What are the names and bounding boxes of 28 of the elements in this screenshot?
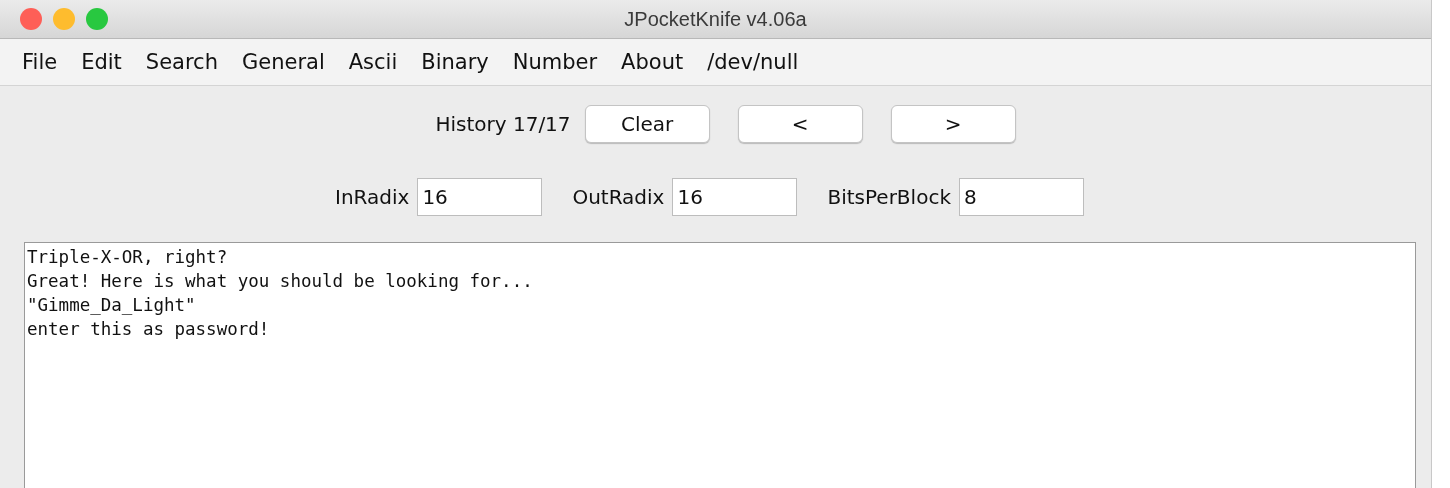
input-field[interactable]: 16 <box>672 178 798 216</box>
minimize-icon[interactable] <box>53 8 75 30</box>
clear-button[interactable]: Clear <box>584 105 710 143</box>
close-icon[interactable] <box>20 8 42 30</box>
menu-item[interactable]: About <box>609 50 696 74</box>
menu-item[interactable]: File <box>10 50 70 74</box>
output-line: "Gimme_Da_Light" <box>27 294 196 317</box>
menu-item[interactable]: Ascii <box>336 50 410 74</box>
forward-button[interactable]: > <box>890 105 1016 143</box>
menu-item[interactable]: Edit <box>69 50 134 74</box>
menu-item[interactable]: /dev/null <box>695 50 811 74</box>
input-field[interactable]: 16 <box>417 178 543 216</box>
output-line: enter this as password! <box>27 318 270 341</box>
history-label: History 17/17 <box>435 112 571 136</box>
menu-item[interactable]: Number <box>500 50 610 74</box>
window-title: JPocketKnife v4.06a <box>624 7 807 30</box>
output-line: Great! Here is what you should be looking for... <box>27 270 533 293</box>
field-label: BitsPerBlock <box>827 185 951 209</box>
menu-item[interactable]: Search <box>133 50 230 74</box>
output-line: Triple-X-OR, right? <box>27 246 228 269</box>
field-label: InRadix <box>335 185 410 209</box>
menu-item[interactable]: Binary <box>409 50 501 74</box>
zoom-icon[interactable] <box>86 8 108 30</box>
input-field[interactable]: 8 <box>958 178 1084 216</box>
output-text-area[interactable]: Triple-X-OR, right? Great! Here is what you should be looking for... "Gimme_Da_Light" enter this as password! <box>24 242 1416 488</box>
back-button[interactable]: < <box>737 105 863 143</box>
field-label: OutRadix <box>572 185 665 209</box>
menu-item[interactable]: General <box>229 50 337 74</box>
